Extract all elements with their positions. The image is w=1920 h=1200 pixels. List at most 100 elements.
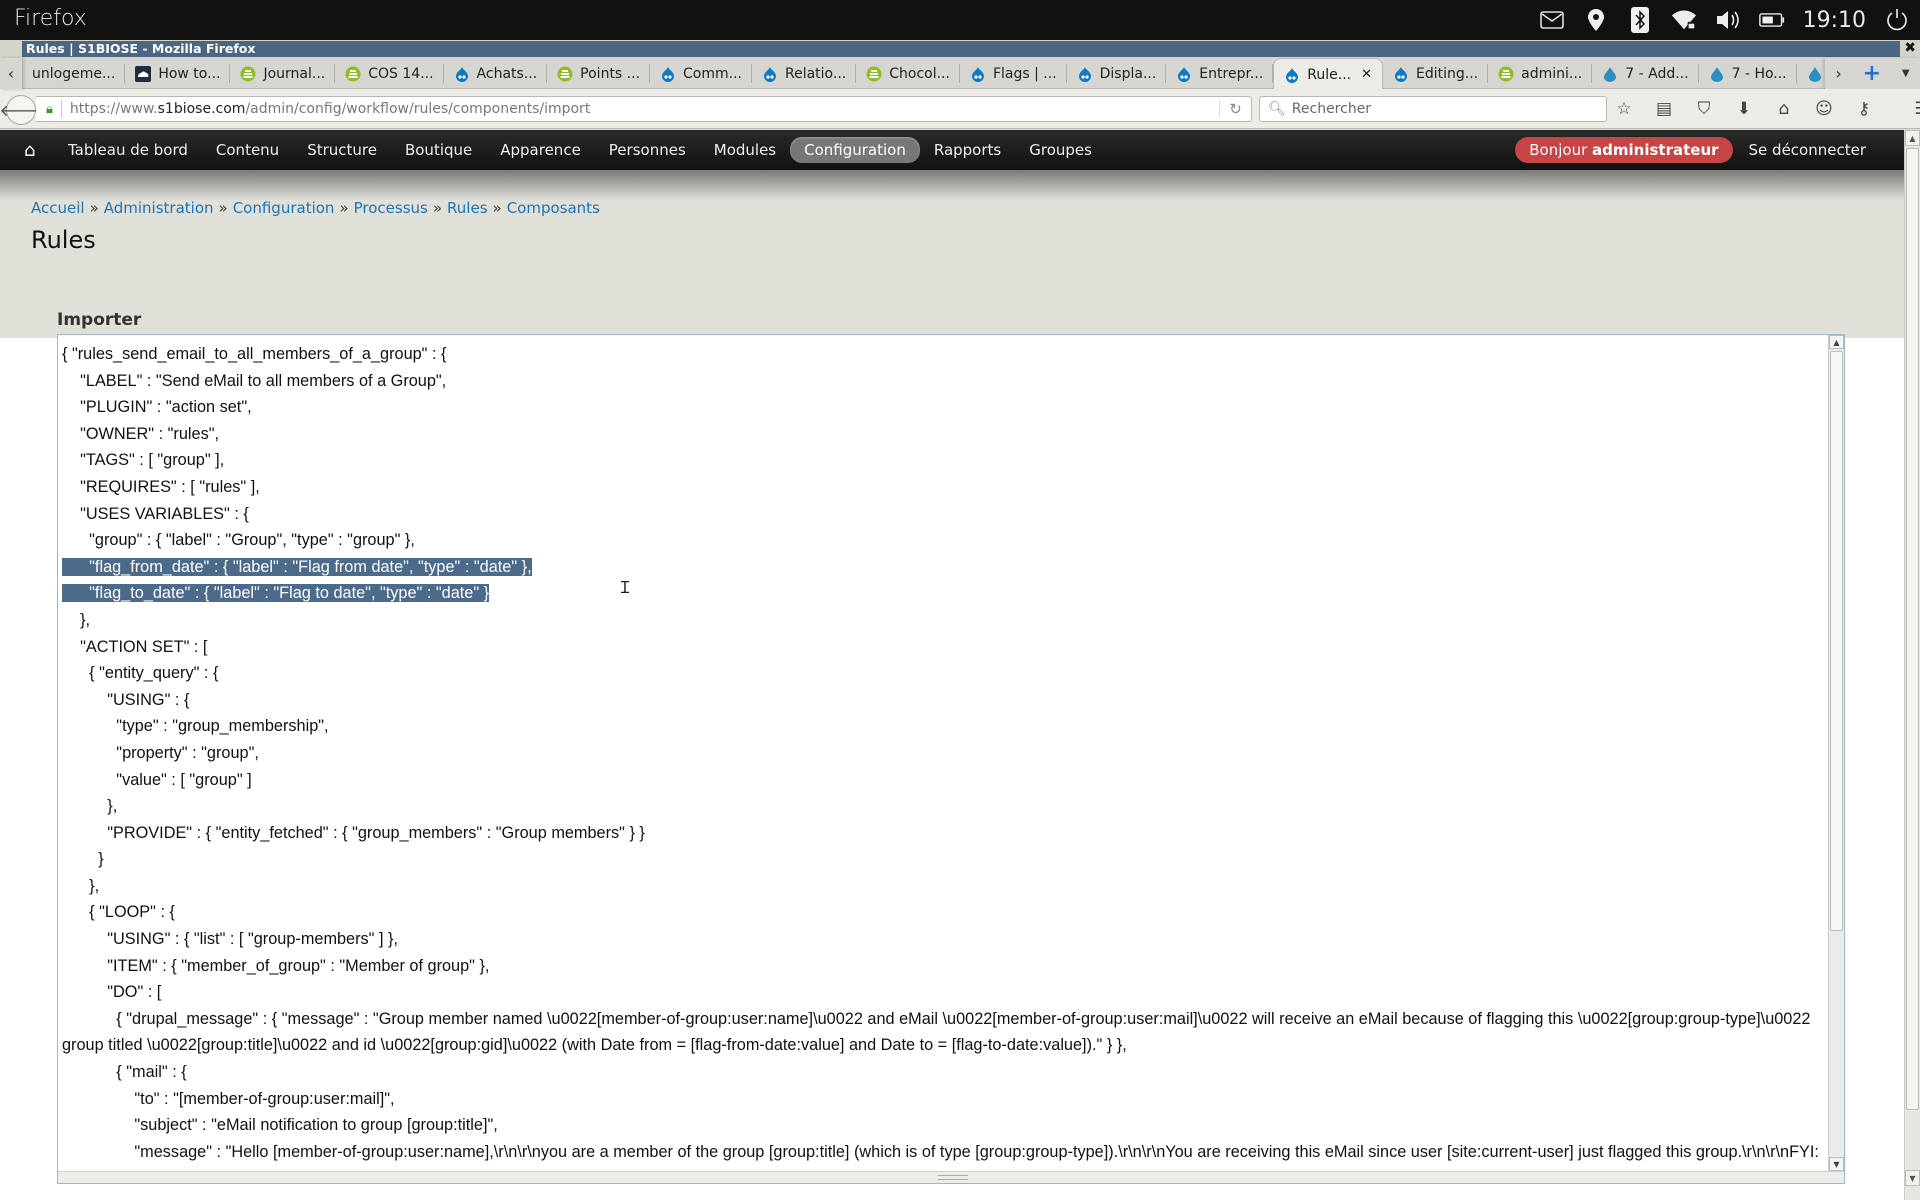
tab-active[interactable]: Rule... ✕ [1273, 58, 1384, 89]
page-scroll-thumb[interactable] [1906, 148, 1919, 1110]
tab-label: Chocol... [889, 65, 950, 82]
clock[interactable]: 19:10 [1803, 8, 1866, 33]
import-textarea[interactable]: { "rules_send_email_to_all_members_of_a_… [57, 334, 1845, 1184]
power-icon[interactable] [1884, 7, 1910, 33]
drupal-favicon-icon [1284, 67, 1307, 83]
reload-icon[interactable]: ↻ [1219, 100, 1251, 118]
admin-menu-item-groupes[interactable]: Groupes [1015, 137, 1106, 163]
tab[interactable]: 7 - Ho... [1797, 58, 1825, 89]
key-icon[interactable]: ⚷ [1854, 99, 1874, 119]
tab[interactable]: 7 - Add... [1592, 58, 1699, 89]
tab[interactable]: Journal... [230, 58, 336, 89]
tab[interactable]: Relatio... [752, 58, 857, 89]
drupal-favicon-icon [1176, 66, 1199, 82]
code-line: "USING" : { "list" : [ "group-members" ]… [62, 930, 398, 949]
tab-label: COS 14... [368, 65, 434, 82]
tab[interactable]: Flags | ... [960, 58, 1067, 89]
page-scroll-down[interactable]: ▼ [1905, 1170, 1920, 1186]
textarea-scroll-down[interactable]: ▼ [1829, 1157, 1844, 1171]
search-icon: 🔍︎ [1268, 101, 1286, 117]
textarea-scroll-thumb[interactable] [1830, 351, 1843, 931]
location-icon[interactable] [1583, 7, 1609, 33]
tab[interactable]: COS 14... [335, 58, 444, 89]
new-tab-button[interactable]: + [1863, 61, 1881, 86]
list-all-tabs-button[interactable]: ▼ [1902, 68, 1910, 79]
drupal-favicon-icon [454, 66, 477, 82]
textarea-scrollbar[interactable]: ▲ ▼ [1828, 335, 1844, 1171]
tabs-scroll-right-button[interactable]: › [1835, 64, 1841, 83]
drupal-favicon-icon [660, 66, 683, 82]
volume-icon[interactable] [1715, 7, 1741, 33]
logout-link[interactable]: Se déconnecter [1741, 137, 1874, 163]
tab-label: admini... [1521, 65, 1583, 82]
bluetooth-icon[interactable] [1627, 7, 1653, 33]
page-scrollbar[interactable]: ▲ ▼ [1904, 130, 1920, 1200]
tab-label: Entrepr... [1199, 65, 1264, 82]
tab[interactable]: Points ... [547, 58, 650, 89]
code-line: { "entity_query" : { [62, 664, 219, 683]
breadcrumb: Accueil» Administration» Configuration» Pro… [31, 199, 600, 217]
tab[interactable]: Editing... [1383, 58, 1489, 89]
admin-menu-item-structure[interactable]: Structure [293, 137, 391, 163]
admin-toolbar: ⌂ Tableau de bord Contenu Structure Boutiqu… [0, 130, 1904, 170]
drop-favicon-icon [1709, 66, 1732, 82]
back-button[interactable]: 🡐 [0, 95, 42, 125]
wifi-icon[interactable] [1671, 7, 1697, 33]
code-line: "group" : { "label" : "Group", "type" : … [62, 531, 415, 550]
breadcrumb-link[interactable]: Accueil [31, 199, 85, 217]
bookmark-star-icon[interactable]: ☆ [1614, 99, 1634, 119]
search-box[interactable]: 🔍︎ [1259, 96, 1607, 122]
window-close-icon[interactable]: ✖ [1904, 40, 1916, 56]
breadcrumb-link[interactable]: Configuration [233, 199, 335, 217]
url-bar[interactable]: 🔒︎ https://www.s1biose.com/admin/config/… [36, 96, 1252, 122]
tab[interactable]: Comm... [650, 58, 752, 89]
admin-menu-item-personnes[interactable]: Personnes [595, 137, 700, 163]
navigation-toolbar: 🡐 🔒︎ https://www.s1biose.com/admin/confi… [0, 89, 1920, 129]
import-code-text[interactable]: { "rules_send_email_to_all_members_of_a_… [58, 335, 1828, 1171]
tab[interactable]: Achats... [444, 58, 548, 89]
user-greeting-button[interactable]: Bonjour administrateur [1515, 137, 1733, 163]
home-icon[interactable]: ⌂ [1774, 99, 1794, 119]
admin-menu-item-apparence[interactable]: Apparence [486, 137, 595, 163]
breadcrumb-link[interactable]: Administration [104, 199, 214, 217]
tab[interactable]: Chocol... [856, 58, 960, 89]
textarea-resize-handle[interactable] [58, 1171, 1844, 1183]
admin-menu-item-boutique[interactable]: Boutique [391, 137, 486, 163]
admin-menu-item-modules[interactable]: Modules [700, 137, 790, 163]
textarea-scroll-up[interactable]: ▲ [1829, 335, 1844, 349]
tab[interactable]: How to... [125, 58, 231, 89]
admin-menu-item-contenu[interactable]: Contenu [202, 137, 293, 163]
tab[interactable]: admini... [1488, 58, 1593, 89]
code-line: "message" : "Hello [member-of-group:user… [62, 1142, 1819, 1171]
pocket-icon[interactable]: ⛉ [1694, 99, 1714, 119]
breadcrumb-link[interactable]: Rules [447, 199, 487, 217]
tab[interactable]: 7 - Ho... [1699, 58, 1797, 89]
bookmarks-list-icon[interactable]: ▤ [1654, 99, 1674, 119]
tab-close-icon[interactable]: ✕ [1361, 67, 1372, 82]
admin-menu-item-tableau-de-bord[interactable]: Tableau de bord [54, 137, 202, 163]
chat-icon[interactable]: ☺ [1814, 99, 1834, 119]
search-input[interactable] [1291, 101, 1592, 117]
tab[interactable]: Displa... [1067, 58, 1167, 89]
tabs-scroll-left-button[interactable]: ‹ [0, 58, 22, 89]
tab-label: Relatio... [785, 65, 847, 82]
download-icon[interactable]: ⬇ [1734, 99, 1754, 119]
code-line: }, [62, 797, 118, 816]
lock-icon[interactable]: 🔒︎ [46, 102, 53, 117]
breadcrumb-link[interactable]: Processus [354, 199, 428, 217]
drop-favicon-icon [1807, 66, 1825, 82]
tab[interactable]: Entrepr... [1166, 58, 1274, 89]
menu-icon[interactable]: ☰ [1912, 99, 1920, 119]
admin-menu-item-configuration[interactable]: Configuration [790, 137, 920, 163]
tab-controls: › + ▼ [1825, 58, 1920, 89]
breadcrumb-link[interactable]: Composants [507, 199, 600, 217]
mail-icon[interactable] [1539, 7, 1565, 33]
page-scroll-up[interactable]: ▲ [1905, 130, 1920, 146]
admin-menu-item-rapports[interactable]: Rapports [920, 137, 1015, 163]
url-text[interactable]: https://www.s1biose.com/admin/config/wor… [70, 101, 1219, 117]
drupal-favicon-icon [970, 66, 993, 82]
battery-icon[interactable] [1758, 7, 1785, 33]
breadcrumb-separator: » [492, 199, 502, 217]
tab[interactable]: unlogeme... [22, 58, 126, 89]
admin-home-icon[interactable]: ⌂ [24, 140, 54, 161]
